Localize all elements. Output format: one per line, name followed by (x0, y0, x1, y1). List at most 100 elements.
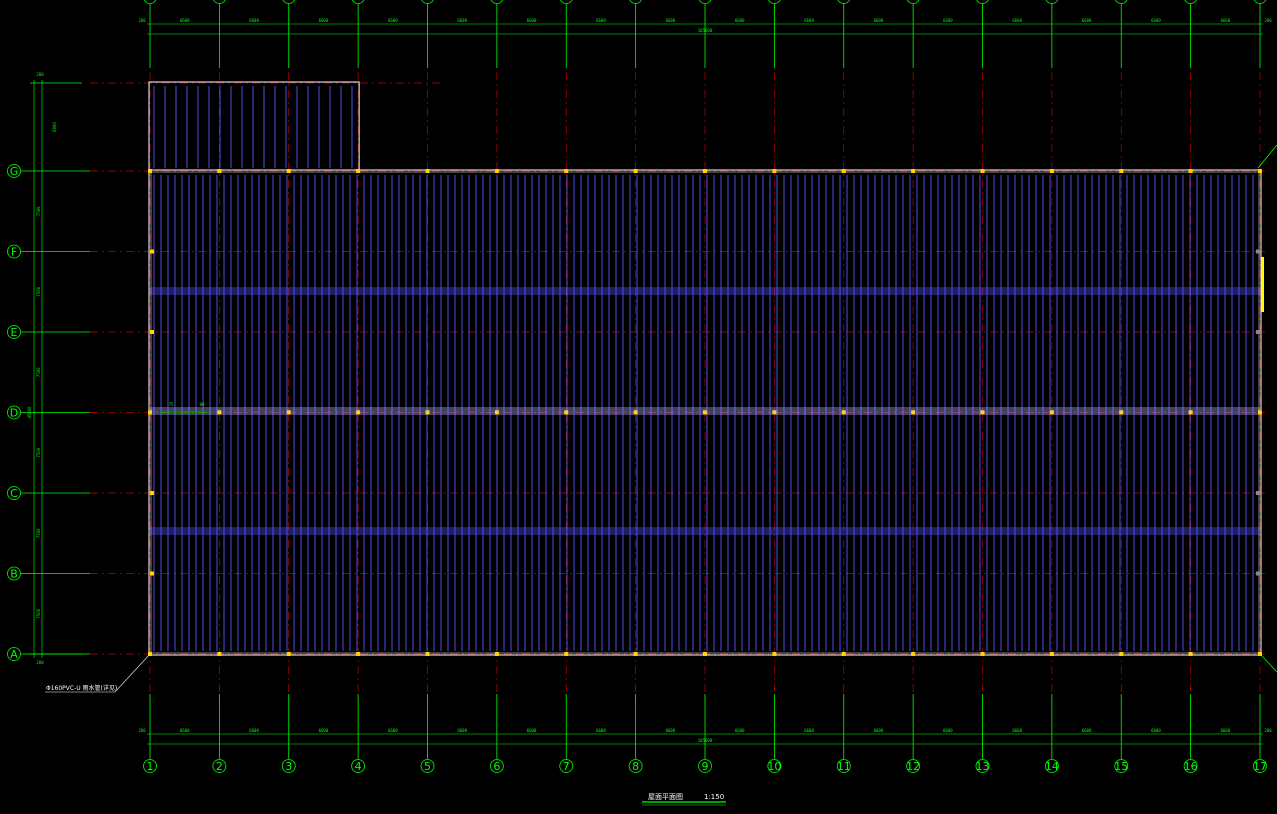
grid-bubble-label: 9 (702, 760, 709, 773)
dim-segment-label: 6600 (457, 728, 467, 733)
dim-segment-label: 6600 (1220, 18, 1230, 23)
column-marker (150, 330, 154, 334)
dim-segment-label: 6600 (249, 728, 259, 733)
dim-segment-label: 6600 (1012, 18, 1022, 23)
column-marker (841, 169, 846, 173)
column-marker (772, 410, 777, 415)
dim-segment-label: 6600 (1012, 728, 1022, 733)
dim-segment-label: 7500 (36, 286, 41, 296)
roof-plan-drawing: 1 2 3 4 5 6 7 8 9 10 11 12 13 14 15 16 17GFEDCBA 6600 660… (0, 0, 1277, 814)
column-marker (911, 169, 916, 173)
column-marker (564, 652, 569, 656)
grid-bubble-label: B (10, 568, 18, 581)
column-marker (911, 652, 916, 656)
column-marker (150, 491, 154, 495)
column-marker (494, 652, 499, 656)
dim-end-label: 200 (36, 660, 44, 665)
column-marker (1119, 410, 1124, 415)
grid-bubble-label: F (11, 246, 17, 259)
drawing-title: 屋面平面图 (648, 793, 683, 801)
dim-segment-label: 6600 (665, 728, 675, 733)
grid-bubble-label: 14 (1045, 760, 1059, 773)
grid-bubble-label: D (10, 407, 18, 420)
column-marker (1119, 652, 1124, 656)
dim-segment-label: 6600 (596, 18, 606, 23)
grid-bubble-label: 5 (424, 760, 431, 773)
column-marker (1258, 169, 1262, 173)
column-marker (425, 652, 430, 656)
column-marker (911, 410, 916, 415)
column-marker (217, 652, 222, 656)
column-marker (356, 410, 361, 415)
dim-segment-label: 6600 (874, 18, 884, 23)
column-marker (980, 652, 985, 656)
grid-bubble-label: C (10, 487, 18, 500)
column-marker (286, 652, 291, 656)
inner-dim-label: 80 (200, 402, 205, 407)
grid-bubble-label: E (11, 326, 18, 339)
grid-bubble-label: 1 (147, 760, 154, 773)
column-marker (980, 169, 985, 173)
dim-end-label: 200 (1264, 728, 1272, 733)
column-marker (1049, 410, 1054, 415)
inner-dim-label: 75 (169, 402, 174, 407)
grid-bubble-label: 13 (976, 760, 990, 773)
dim-segment-label: 6600 (1220, 728, 1230, 733)
grid-bubble-label: 6 (493, 760, 500, 773)
column-marker (980, 410, 985, 415)
column-marker (425, 169, 430, 173)
dim-total-label: 105600 (698, 738, 713, 743)
column-marker (286, 169, 291, 173)
grid-bubble-label: 4 (355, 760, 362, 773)
grid-bubble-label: 8 (632, 760, 639, 773)
dim-segment-label: 7500 (36, 367, 41, 377)
dim-segment-label: 7500 (36, 608, 41, 618)
column-marker (425, 410, 430, 415)
dim-segment-label: 7500 (36, 528, 41, 538)
right-edge-highlight (1261, 257, 1264, 312)
column-marker (1256, 330, 1260, 334)
column-marker (1256, 491, 1260, 495)
column-marker (841, 652, 846, 656)
dim-segment-label: 6600 (180, 728, 190, 733)
dim-segment-label: 6600 (249, 18, 259, 23)
drawing-scale: 1:150 (704, 793, 724, 801)
column-marker (564, 169, 569, 173)
dim-segment-label: 6600 (874, 728, 884, 733)
column-marker (356, 652, 361, 656)
grid-bubble-label: 7 (563, 760, 570, 773)
column-marker (772, 169, 777, 173)
dim-segment-label: 6600 (596, 728, 606, 733)
dim-segment-label: 6600 (457, 18, 467, 23)
column-marker (494, 410, 499, 415)
column-marker (148, 410, 152, 415)
column-marker (148, 169, 152, 173)
dim-annex-label: 8000 (52, 122, 57, 132)
dim-segment-label: 6600 (1082, 728, 1092, 733)
dim-segment-label: 6600 (180, 18, 190, 23)
column-marker (564, 410, 569, 415)
grid-bubble-label: 3 (285, 760, 292, 773)
dim-segment-label: 6600 (943, 728, 953, 733)
column-marker (1049, 169, 1054, 173)
grid-bubble-label: A (10, 648, 18, 661)
grid-bubble-label: 16 (1184, 760, 1198, 773)
column-marker (150, 571, 154, 576)
dim-segment-label: 6600 (735, 18, 745, 23)
dim-segment-label: 6600 (527, 18, 537, 23)
dim-total-label: 45000 (27, 406, 32, 419)
dim-end-label: 200 (1264, 18, 1272, 23)
dim-segment-label: 6600 (804, 728, 814, 733)
drainage-note: Φ160PVC-U 雨水管(详见) (46, 684, 117, 692)
column-marker (494, 169, 499, 173)
column-marker (703, 652, 707, 656)
dim-segment-label: 6600 (319, 728, 329, 733)
column-marker (1049, 652, 1054, 656)
dim-segment-label: 6600 (1151, 728, 1161, 733)
dim-segment-label: 6600 (527, 728, 537, 733)
column-marker (1258, 652, 1262, 656)
column-marker (772, 652, 777, 656)
column-marker (356, 169, 361, 173)
dim-total-label: 105600 (698, 28, 713, 33)
column-marker (703, 169, 707, 173)
